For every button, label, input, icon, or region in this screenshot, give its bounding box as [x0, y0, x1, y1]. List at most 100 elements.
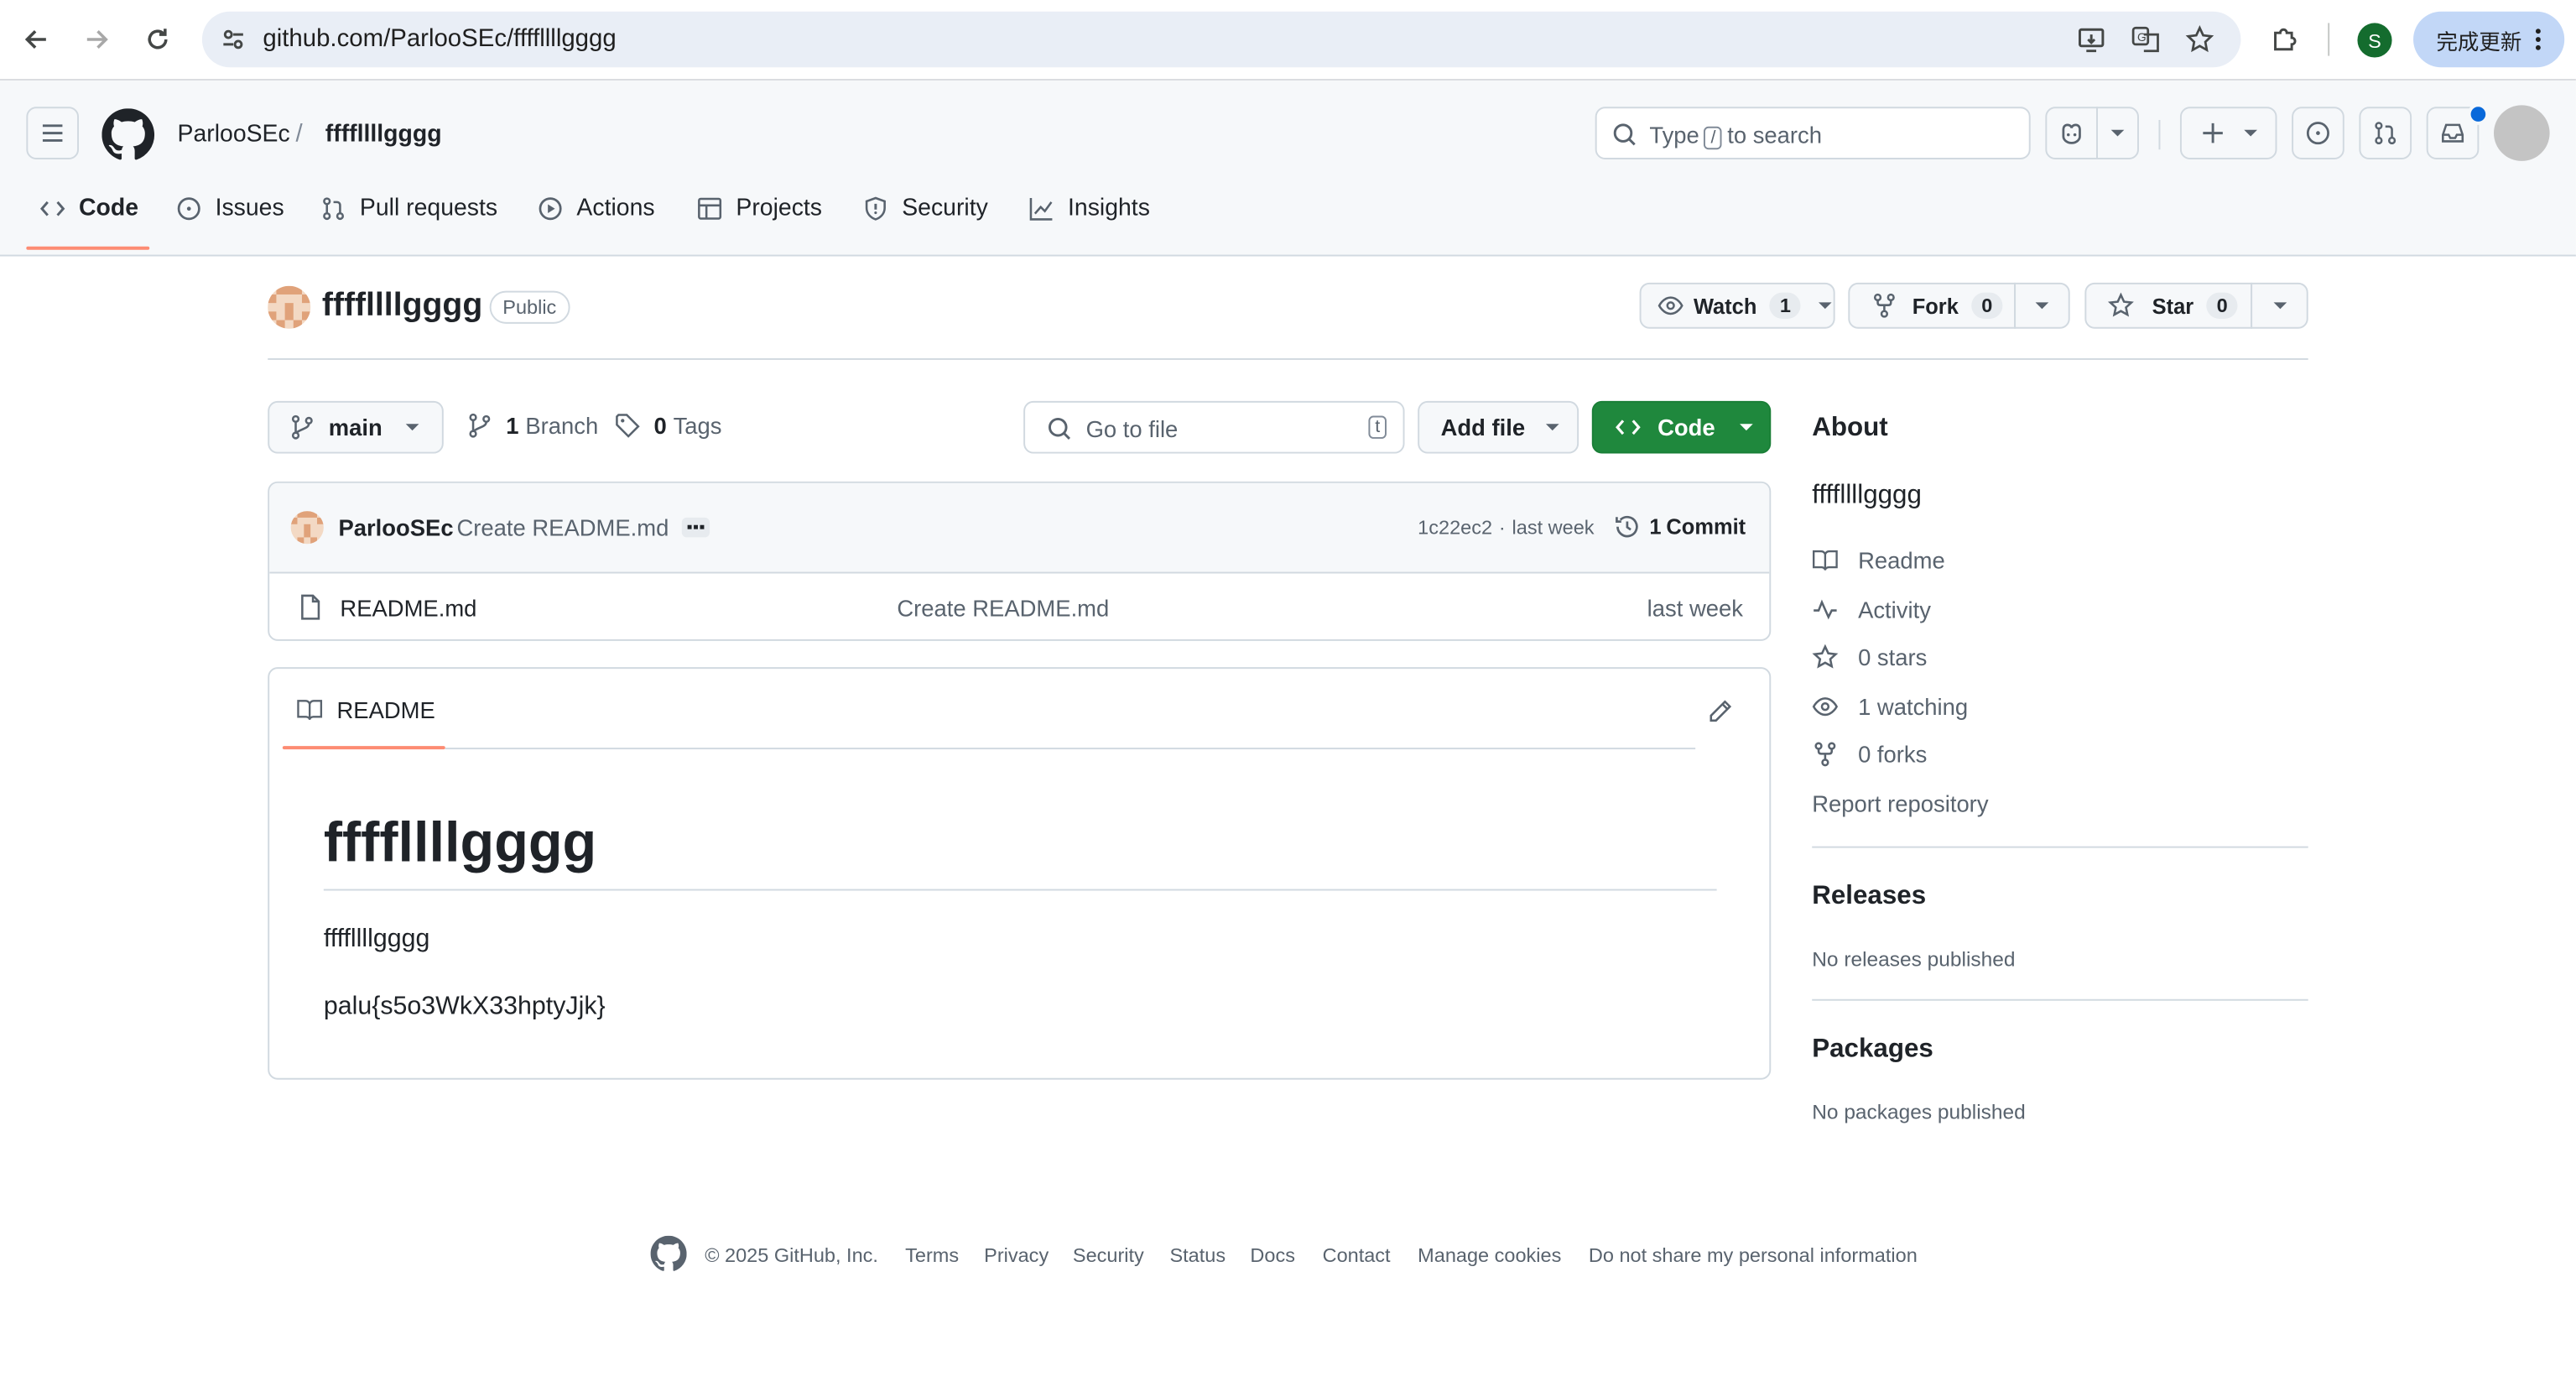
update-label: 完成更新 [2436, 29, 2522, 54]
pull-requests-button[interactable] [2359, 107, 2412, 159]
triangle-down-icon [2110, 129, 2125, 137]
report-repository-link[interactable]: Report repository [1812, 790, 1988, 816]
copilot-icon [2062, 123, 2081, 144]
tab-insights[interactable]: Insights [1028, 189, 1150, 228]
tab-pull-requests[interactable]: Pull requests [320, 189, 497, 228]
svg-text:G: G [2137, 31, 2147, 44]
footer-link-do-not-share[interactable]: Do not share my personal information [1589, 1244, 1918, 1267]
inbox-button[interactable] [2426, 103, 2490, 159]
footer-link-privacy[interactable]: Privacy [984, 1244, 1049, 1267]
bookmark-star-icon[interactable] [2185, 24, 2214, 54]
footer-link-docs[interactable]: Docs [1250, 1244, 1295, 1267]
edit-readme-button[interactable] [1702, 693, 1738, 729]
fork-dropdown-button[interactable] [2014, 282, 2070, 329]
breadcrumb-repo[interactable]: ffffllllgggg [325, 122, 442, 148]
star-count: 0 [2206, 292, 2238, 319]
commit-details-toggle[interactable] [681, 517, 710, 538]
translate-icon[interactable]: G [2131, 24, 2160, 54]
tab-actions[interactable]: Actions [537, 189, 655, 228]
tab-security-label: Security [902, 195, 988, 222]
star-button[interactable]: Star 0 [2084, 282, 2253, 329]
owner-avatar[interactable] [268, 285, 311, 329]
about-forks-link[interactable]: 0 forks [1812, 741, 1927, 768]
about-watching-link[interactable]: 1 watching [1812, 693, 1969, 720]
code-button[interactable]: Code [1591, 400, 1772, 454]
branches-count: 1 [506, 412, 519, 439]
star-icon [1812, 644, 1839, 669]
url-text: github.com/ParlooSEc/ffffllllgggg [263, 24, 617, 53]
breadcrumb-owner[interactable]: ParlooSEc [178, 122, 290, 148]
readme-paragraph: ffffllllgggg [323, 925, 430, 953]
search-input[interactable]: Type / to search [1595, 107, 2031, 159]
forward-button[interactable] [77, 20, 117, 60]
profile-avatar[interactable]: S [2357, 23, 2392, 58]
footer-link-contact[interactable]: Contact [1323, 1244, 1391, 1267]
commit-author-avatar[interactable] [290, 511, 324, 545]
packages-title[interactable]: Packages [1812, 1035, 1933, 1065]
tab-security[interactable]: Security [862, 189, 988, 228]
goto-file-input[interactable]: Go to file t [1023, 400, 1405, 454]
star-label: Star [2152, 293, 2194, 318]
goto-file-placeholder: Go to file [1085, 415, 1179, 442]
repo-name[interactable]: ffffllllgggg [322, 288, 482, 326]
install-app-icon[interactable] [2077, 24, 2106, 54]
git-branch-icon [291, 414, 313, 440]
commit-hash[interactable]: 1c22ec2 [1418, 516, 1492, 539]
commits-history-link[interactable]: 1 Commit [1613, 513, 1746, 540]
about-stars-link[interactable]: 0 stars [1812, 644, 1927, 670]
footer-link-security[interactable]: Security [1073, 1244, 1144, 1267]
readme-heading-divider [323, 889, 1717, 891]
fork-button[interactable]: Fork 0 [1848, 282, 2017, 329]
latest-commit-bar: ParlooSEc Create README.md 1c22ec2 · las… [269, 482, 1770, 574]
about-watching-label: 1 watching [1858, 693, 1969, 720]
footer-link-status[interactable]: Status [1169, 1244, 1226, 1267]
packages-empty-text: No packages published [1812, 1101, 2026, 1124]
reload-button[interactable] [138, 20, 178, 60]
breadcrumb-separator: / [295, 119, 303, 149]
address-bar[interactable]: github.com/ParlooSEc/ffffllllgggg G [201, 11, 2241, 68]
table-row[interactable]: README.md Create README.md last week [269, 572, 1769, 639]
watch-count: 1 [1770, 292, 1801, 319]
readme-tab[interactable]: README [296, 696, 435, 723]
extensions-button[interactable] [2266, 20, 2305, 60]
about-activity-link[interactable]: Activity [1812, 597, 1931, 623]
readme-flag-paragraph: palu{s5o3WkX33hptyJjk} [323, 992, 606, 1021]
menu-button[interactable] [26, 107, 80, 159]
tags-link[interactable]: 0 Tags [614, 413, 722, 439]
site-info-icon[interactable] [218, 24, 247, 54]
commit-time: last week [1512, 515, 1595, 540]
star-dropdown-button[interactable] [2251, 282, 2308, 329]
notification-dot [2467, 103, 2490, 125]
tab-issues[interactable]: Issues [176, 189, 284, 228]
commit-message[interactable]: Create README.md [456, 514, 669, 540]
about-readme-link[interactable]: Readme [1812, 547, 1945, 574]
file-name[interactable]: README.md [340, 595, 476, 621]
commit-meta: 1c22ec2 · last week [1418, 516, 1594, 539]
user-avatar[interactable] [2494, 105, 2550, 161]
releases-title[interactable]: Releases [1812, 883, 1926, 912]
issues-button[interactable] [2292, 107, 2344, 159]
file-commit-message[interactable]: Create README.md [897, 595, 1109, 621]
footer-github-logo[interactable] [650, 1235, 687, 1272]
create-new-button[interactable] [2179, 107, 2277, 159]
footer-link-manage-cookies[interactable]: Manage cookies [1418, 1244, 1561, 1267]
watch-button[interactable]: Watch 1 [1639, 282, 1835, 329]
branch-selector[interactable]: main [268, 400, 444, 454]
add-file-button[interactable]: Add file [1418, 400, 1579, 454]
eye-icon [1657, 296, 1684, 315]
commit-author[interactable]: ParlooSEc [338, 514, 453, 540]
footer-link-terms[interactable]: Terms [905, 1244, 959, 1267]
copilot-dropdown-button[interactable] [2096, 107, 2139, 159]
github-logo[interactable] [101, 108, 155, 161]
git-pull-request-icon [2375, 122, 2396, 145]
sidebar-divider [1812, 846, 2308, 848]
tab-projects[interactable]: Projects [696, 189, 822, 228]
back-button[interactable] [17, 20, 56, 60]
tab-code[interactable]: Code [39, 189, 138, 228]
arrow-left-icon [24, 29, 46, 50]
copilot-button[interactable] [2045, 107, 2099, 159]
update-chrome-button[interactable]: 完成更新 [2413, 11, 2565, 68]
header-divider [2158, 119, 2161, 150]
hamburger-icon [42, 124, 63, 142]
branches-link[interactable]: 1 Branch [468, 413, 598, 439]
